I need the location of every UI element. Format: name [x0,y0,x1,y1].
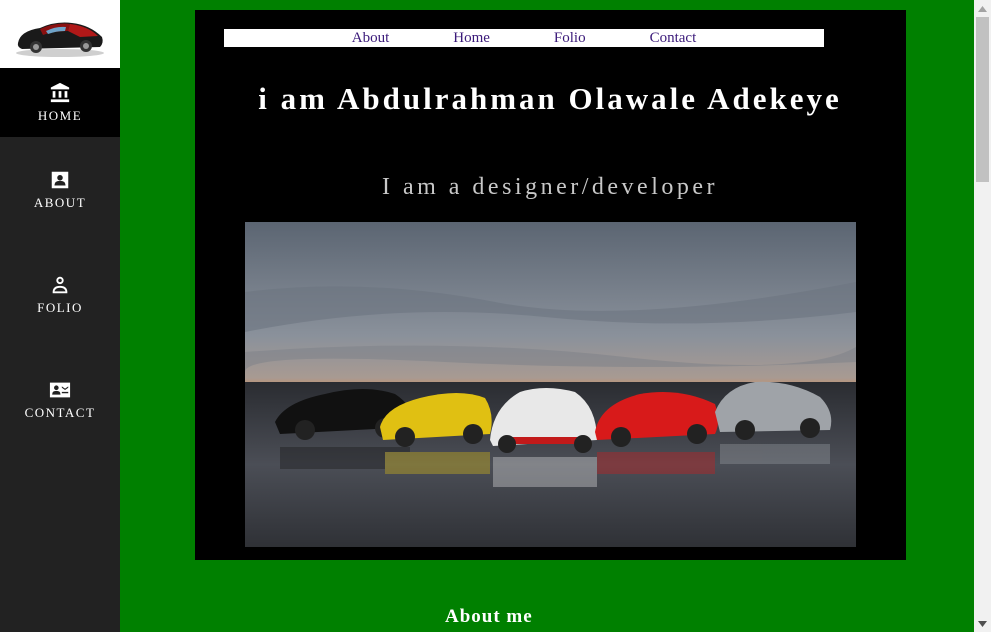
page-subtitle: I am a designer/developer [381,174,719,200]
contact-mail-icon [49,379,71,401]
about-heading: About me [445,606,533,627]
sidebar-item-label: HOME [37,107,83,123]
contact-card-icon [49,169,71,191]
nav-link-about[interactable]: About [352,30,390,47]
top-nav: About Home Folio Contact [224,29,824,47]
sidebar-item-label: CONTACT [24,404,96,420]
main-panel: About Home Folio Contact i am Abdulrahma… [195,10,906,560]
sidebar-item-home[interactable]: HOME [0,68,120,137]
cars-photo [245,222,856,547]
scroll-up-icon[interactable] [974,0,991,17]
hero-image [245,222,856,547]
sidebar-item-about[interactable]: ABOUT [0,137,120,242]
scroll-down-icon[interactable] [974,615,991,632]
scrollbar[interactable] [974,0,991,632]
car-logo-image [16,22,104,57]
person-icon [49,274,71,296]
sidebar-item-label: ABOUT [33,194,87,210]
scroll-thumb[interactable] [976,17,989,182]
sidebar-item-contact[interactable]: CONTACT [0,347,120,452]
car-logo[interactable] [0,0,120,68]
sidebar: HOME ABOUT FOLIO CONTACT [0,0,120,632]
sidebar-item-label: FOLIO [37,299,83,315]
nav-link-home[interactable]: Home [453,30,490,47]
page-title: i am Abdulrahman Olawale Adekeye [258,81,842,116]
sidebar-item-folio[interactable]: FOLIO [0,242,120,347]
bank-icon [49,82,71,104]
nav-link-contact[interactable]: Contact [650,30,697,47]
nav-link-folio[interactable]: Folio [554,30,586,47]
